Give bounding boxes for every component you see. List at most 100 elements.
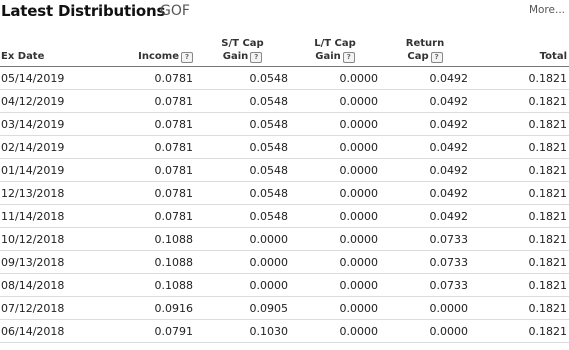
column-header-label: Return — [405, 38, 445, 49]
column-header-label: Gain — [222, 51, 249, 62]
column-header-label: Ex Date — [1, 51, 45, 62]
table-row: 03/14/2019 0.0781 0.0548 0.0000 0.0492 0… — [0, 112, 569, 136]
column-header-label: Income — [138, 51, 179, 62]
return-cap-cell: 0.0492 — [380, 135, 470, 159]
column-header-lt-cap-gain: L/T Cap Gain? — [290, 37, 380, 67]
table-row: 11/14/2018 0.0781 0.0548 0.0000 0.0492 0… — [0, 204, 569, 228]
income-cell: 0.0791 — [100, 319, 195, 343]
return-cap-cell: 0.0733 — [380, 227, 470, 251]
table-row: 10/12/2018 0.1088 0.0000 0.0000 0.0733 0… — [0, 227, 569, 251]
income-cell: 0.0781 — [100, 112, 195, 136]
st-cap-gain-cell: 0.0548 — [195, 135, 290, 159]
ex-date-cell: 06/14/2018 — [0, 319, 100, 343]
lt-cap-gain-cell: 0.0000 — [290, 181, 380, 205]
ex-date-cell: 10/12/2018 — [0, 227, 100, 251]
st-cap-gain-cell: 0.1030 — [195, 319, 290, 343]
ex-date-cell: 07/12/2018 — [0, 296, 100, 320]
help-icon[interactable]: ? — [430, 52, 443, 63]
income-cell: 0.1088 — [100, 227, 195, 251]
ex-date-cell: 12/13/2018 — [0, 181, 100, 205]
income-cell: 0.0781 — [100, 158, 195, 182]
st-cap-gain-cell: 0.0905 — [195, 296, 290, 320]
help-icon[interactable]: ? — [181, 52, 193, 63]
return-cap-cell: 0.0000 — [380, 296, 470, 320]
lt-cap-gain-cell: 0.0000 — [290, 158, 380, 182]
column-header-return-cap: Return Cap? — [380, 37, 470, 67]
income-cell: 0.1088 — [100, 250, 195, 274]
lt-cap-gain-cell: 0.0000 — [290, 319, 380, 343]
help-icon[interactable]: ? — [342, 52, 355, 63]
st-cap-gain-cell: 0.0548 — [195, 204, 290, 228]
table-row: 01/14/2019 0.0781 0.0548 0.0000 0.0492 0… — [0, 158, 569, 182]
return-cap-cell: 0.0000 — [380, 319, 470, 343]
column-header-label: Cap — [407, 51, 429, 62]
return-cap-cell: 0.0733 — [380, 273, 470, 297]
total-cell: 0.1821 — [470, 181, 569, 205]
column-header-label: Total — [539, 51, 567, 62]
total-cell: 0.1821 — [470, 319, 569, 343]
lt-cap-gain-cell: 0.0000 — [290, 273, 380, 297]
total-cell: 0.1821 — [470, 66, 569, 90]
total-cell: 0.1821 — [470, 112, 569, 136]
ex-date-cell: 05/14/2019 — [0, 66, 100, 90]
column-header-st-cap-gain: S/T Cap Gain? — [195, 37, 290, 67]
lt-cap-gain-cell: 0.0000 — [290, 89, 380, 113]
total-cell: 0.1821 — [470, 158, 569, 182]
lt-cap-gain-cell: 0.0000 — [290, 135, 380, 159]
st-cap-gain-cell: 0.0000 — [195, 250, 290, 274]
table-row: 04/12/2019 0.0781 0.0548 0.0000 0.0492 0… — [0, 89, 569, 113]
distributions-table: Ex Date Income? S/T Cap Gain? L/T Cap Ga… — [0, 37, 569, 343]
income-cell: 0.0781 — [100, 135, 195, 159]
section-title: Latest Distributions — [1, 2, 166, 20]
return-cap-cell: 0.0492 — [380, 112, 470, 136]
total-cell: 0.1821 — [470, 204, 569, 228]
ex-date-cell: 04/12/2019 — [0, 89, 100, 113]
column-header-ex-date: Ex Date — [0, 37, 100, 67]
lt-cap-gain-cell: 0.0000 — [290, 66, 380, 90]
lt-cap-gain-cell: 0.0000 — [290, 250, 380, 274]
total-cell: 0.1821 — [470, 273, 569, 297]
total-cell: 0.1821 — [470, 227, 569, 251]
lt-cap-gain-cell: 0.0000 — [290, 227, 380, 251]
table-row: 12/13/2018 0.0781 0.0548 0.0000 0.0492 0… — [0, 181, 569, 205]
total-cell: 0.1821 — [470, 135, 569, 159]
more-link[interactable]: More... — [529, 4, 565, 16]
return-cap-cell: 0.0492 — [380, 158, 470, 182]
st-cap-gain-cell: 0.0548 — [195, 181, 290, 205]
table-row: 06/14/2018 0.0791 0.1030 0.0000 0.0000 0… — [0, 319, 569, 343]
lt-cap-gain-cell: 0.0000 — [290, 296, 380, 320]
lt-cap-gain-cell: 0.0000 — [290, 204, 380, 228]
st-cap-gain-cell: 0.0000 — [195, 227, 290, 251]
table-row: 08/14/2018 0.1088 0.0000 0.0000 0.0733 0… — [0, 273, 569, 297]
st-cap-gain-cell: 0.0548 — [195, 89, 290, 113]
ex-date-cell: 09/13/2018 — [0, 250, 100, 274]
table-row: 07/12/2018 0.0916 0.0905 0.0000 0.0000 0… — [0, 296, 569, 320]
total-cell: 0.1821 — [470, 250, 569, 274]
ticker-symbol: GOF — [160, 3, 190, 19]
income-cell: 0.0781 — [100, 181, 195, 205]
return-cap-cell: 0.0733 — [380, 250, 470, 274]
distributions-header: Latest Distributions GOF More... — [0, 0, 569, 28]
income-cell: 0.0781 — [100, 66, 195, 90]
return-cap-cell: 0.0492 — [380, 204, 470, 228]
income-cell: 0.0916 — [100, 296, 195, 320]
income-cell: 0.1088 — [100, 273, 195, 297]
total-cell: 0.1821 — [470, 296, 569, 320]
return-cap-cell: 0.0492 — [380, 89, 470, 113]
ex-date-cell: 02/14/2019 — [0, 135, 100, 159]
column-header-label: Gain — [315, 51, 341, 62]
st-cap-gain-cell: 0.0548 — [195, 112, 290, 136]
ex-date-cell: 03/14/2019 — [0, 112, 100, 136]
return-cap-cell: 0.0492 — [380, 66, 470, 90]
table-row: 09/13/2018 0.1088 0.0000 0.0000 0.0733 0… — [0, 250, 569, 274]
help-icon[interactable]: ? — [250, 52, 263, 63]
income-cell: 0.0781 — [100, 89, 195, 113]
column-header-label: L/T Cap — [314, 38, 356, 49]
st-cap-gain-cell: 0.0548 — [195, 158, 290, 182]
return-cap-cell: 0.0492 — [380, 181, 470, 205]
column-header-label: S/T Cap — [221, 38, 264, 49]
st-cap-gain-cell: 0.0548 — [195, 66, 290, 90]
ex-date-cell: 08/14/2018 — [0, 273, 100, 297]
table-row: 02/14/2019 0.0781 0.0548 0.0000 0.0492 0… — [0, 135, 569, 159]
ex-date-cell: 01/14/2019 — [0, 158, 100, 182]
